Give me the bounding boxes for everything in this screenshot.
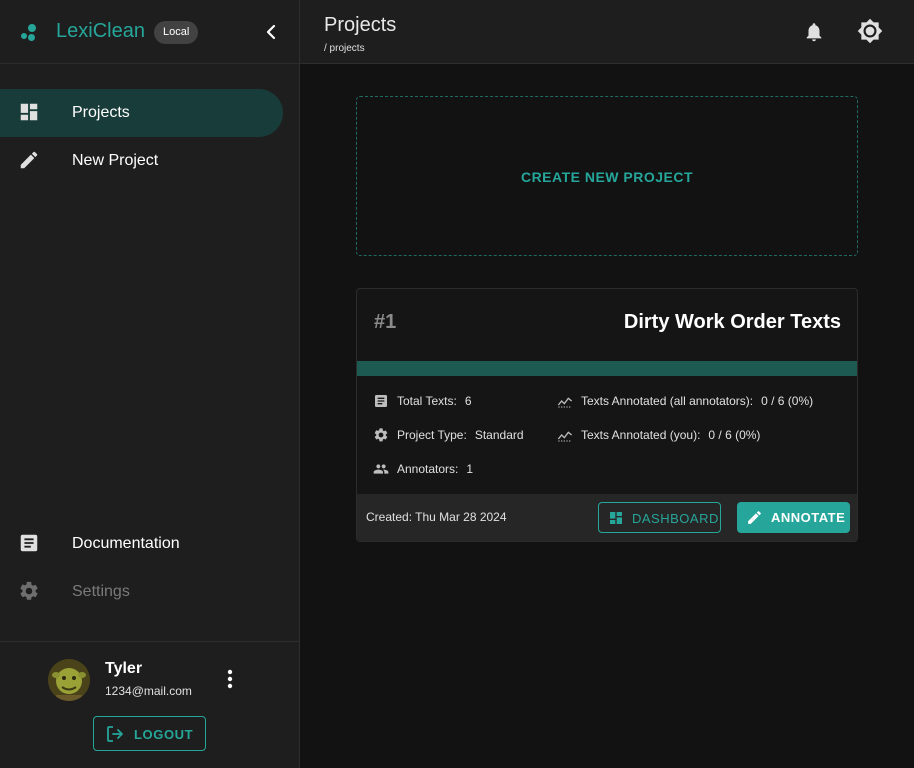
stat-label: Annotators: xyxy=(397,462,459,476)
project-card-footer: Created: Thu Mar 28 2024 DASHBOARD ANNOT… xyxy=(357,494,857,541)
brightness-icon[interactable] xyxy=(857,18,883,44)
stat-label: Texts Annotated (you): xyxy=(581,428,701,442)
stat-label: Texts Annotated (all annotators): xyxy=(581,394,754,408)
annotate-label: ANNOTATE xyxy=(771,510,846,525)
stat-value: 6 xyxy=(464,394,472,408)
logout-label: LOGOUT xyxy=(134,727,194,742)
trending-icon xyxy=(557,431,573,442)
project-number: #1 xyxy=(374,311,397,333)
pencil-icon xyxy=(20,151,38,169)
sidebar-item-label: Documentation xyxy=(72,535,180,552)
project-progress-bar xyxy=(357,361,857,376)
create-new-project-card[interactable]: CREATE NEW PROJECT xyxy=(356,96,858,256)
logo-icon xyxy=(21,24,36,41)
stat-value: Standard xyxy=(474,428,524,442)
dashboard-button[interactable]: DASHBOARD xyxy=(598,502,721,533)
pencil-icon xyxy=(748,511,761,524)
article-icon xyxy=(20,534,38,552)
dashboard-icon xyxy=(610,512,622,524)
sidebar-item-projects[interactable]: Projects xyxy=(0,89,283,137)
stat-project-type: Project Type: Standard xyxy=(373,427,524,443)
user-name: Tyler xyxy=(105,660,143,677)
sidebar-item-label: New Project xyxy=(72,152,159,169)
bell-icon[interactable] xyxy=(803,20,825,44)
project-card: #1 Dirty Work Order Texts Total Texts: 6… xyxy=(356,288,858,542)
local-badge: Local xyxy=(154,21,199,44)
annotate-button[interactable]: ANNOTATE xyxy=(737,502,850,533)
sidebar-divider xyxy=(0,641,299,642)
sidebar-item-new-project[interactable]: New Project xyxy=(0,137,283,185)
sidebar-item-label: Settings xyxy=(72,583,130,600)
stat-annotated-you: Texts Annotated (you): 0 / 6 (0%) xyxy=(557,427,760,443)
stat-value: 0 / 6 (0%) xyxy=(761,394,814,408)
more-vert-icon[interactable] xyxy=(220,668,240,690)
brand-name[interactable]: LexiClean xyxy=(56,20,145,43)
created-date: Created: Thu Mar 28 2024 xyxy=(366,510,507,524)
top-bar: Projects / projects xyxy=(300,0,914,64)
logout-button[interactable]: LOGOUT xyxy=(93,716,206,751)
project-name: Dirty Work Order Texts xyxy=(623,311,841,333)
stat-value: 0 / 6 (0%) xyxy=(708,428,761,442)
sidebar-item-label: Projects xyxy=(72,104,130,121)
create-new-project-label: CREATE NEW PROJECT xyxy=(520,169,694,185)
sidebar: LexiClean Local Projects New Project Doc… xyxy=(0,0,300,768)
people-icon xyxy=(373,464,389,474)
gear-icon xyxy=(374,428,388,442)
user-email: 1234@mail.com xyxy=(105,684,192,698)
dashboard-label: DASHBOARD xyxy=(632,511,719,526)
sidebar-item-documentation[interactable]: Documentation xyxy=(0,520,283,568)
gear-icon xyxy=(20,581,38,600)
sidebar-item-settings[interactable]: Settings xyxy=(0,568,283,616)
stat-value: 1 xyxy=(466,462,474,476)
page-title: Projects xyxy=(324,14,397,36)
trending-icon xyxy=(557,397,573,408)
logout-icon xyxy=(107,726,123,742)
chevron-left-icon[interactable] xyxy=(259,20,283,44)
avatar[interactable] xyxy=(48,659,90,701)
stat-label: Project Type: xyxy=(397,428,467,442)
stat-annotated-all: Texts Annotated (all annotators): 0 / 6 … xyxy=(557,393,813,409)
brand-header: LexiClean Local xyxy=(0,0,299,64)
avatar-image xyxy=(48,659,90,701)
breadcrumb: / projects xyxy=(324,43,365,54)
stat-annotators: Annotators: 1 xyxy=(373,461,473,477)
stat-total-texts: Total Texts: 6 xyxy=(373,393,472,409)
dashboard-icon xyxy=(20,103,38,121)
stat-label: Total Texts: xyxy=(397,394,457,408)
article-icon xyxy=(375,395,387,407)
